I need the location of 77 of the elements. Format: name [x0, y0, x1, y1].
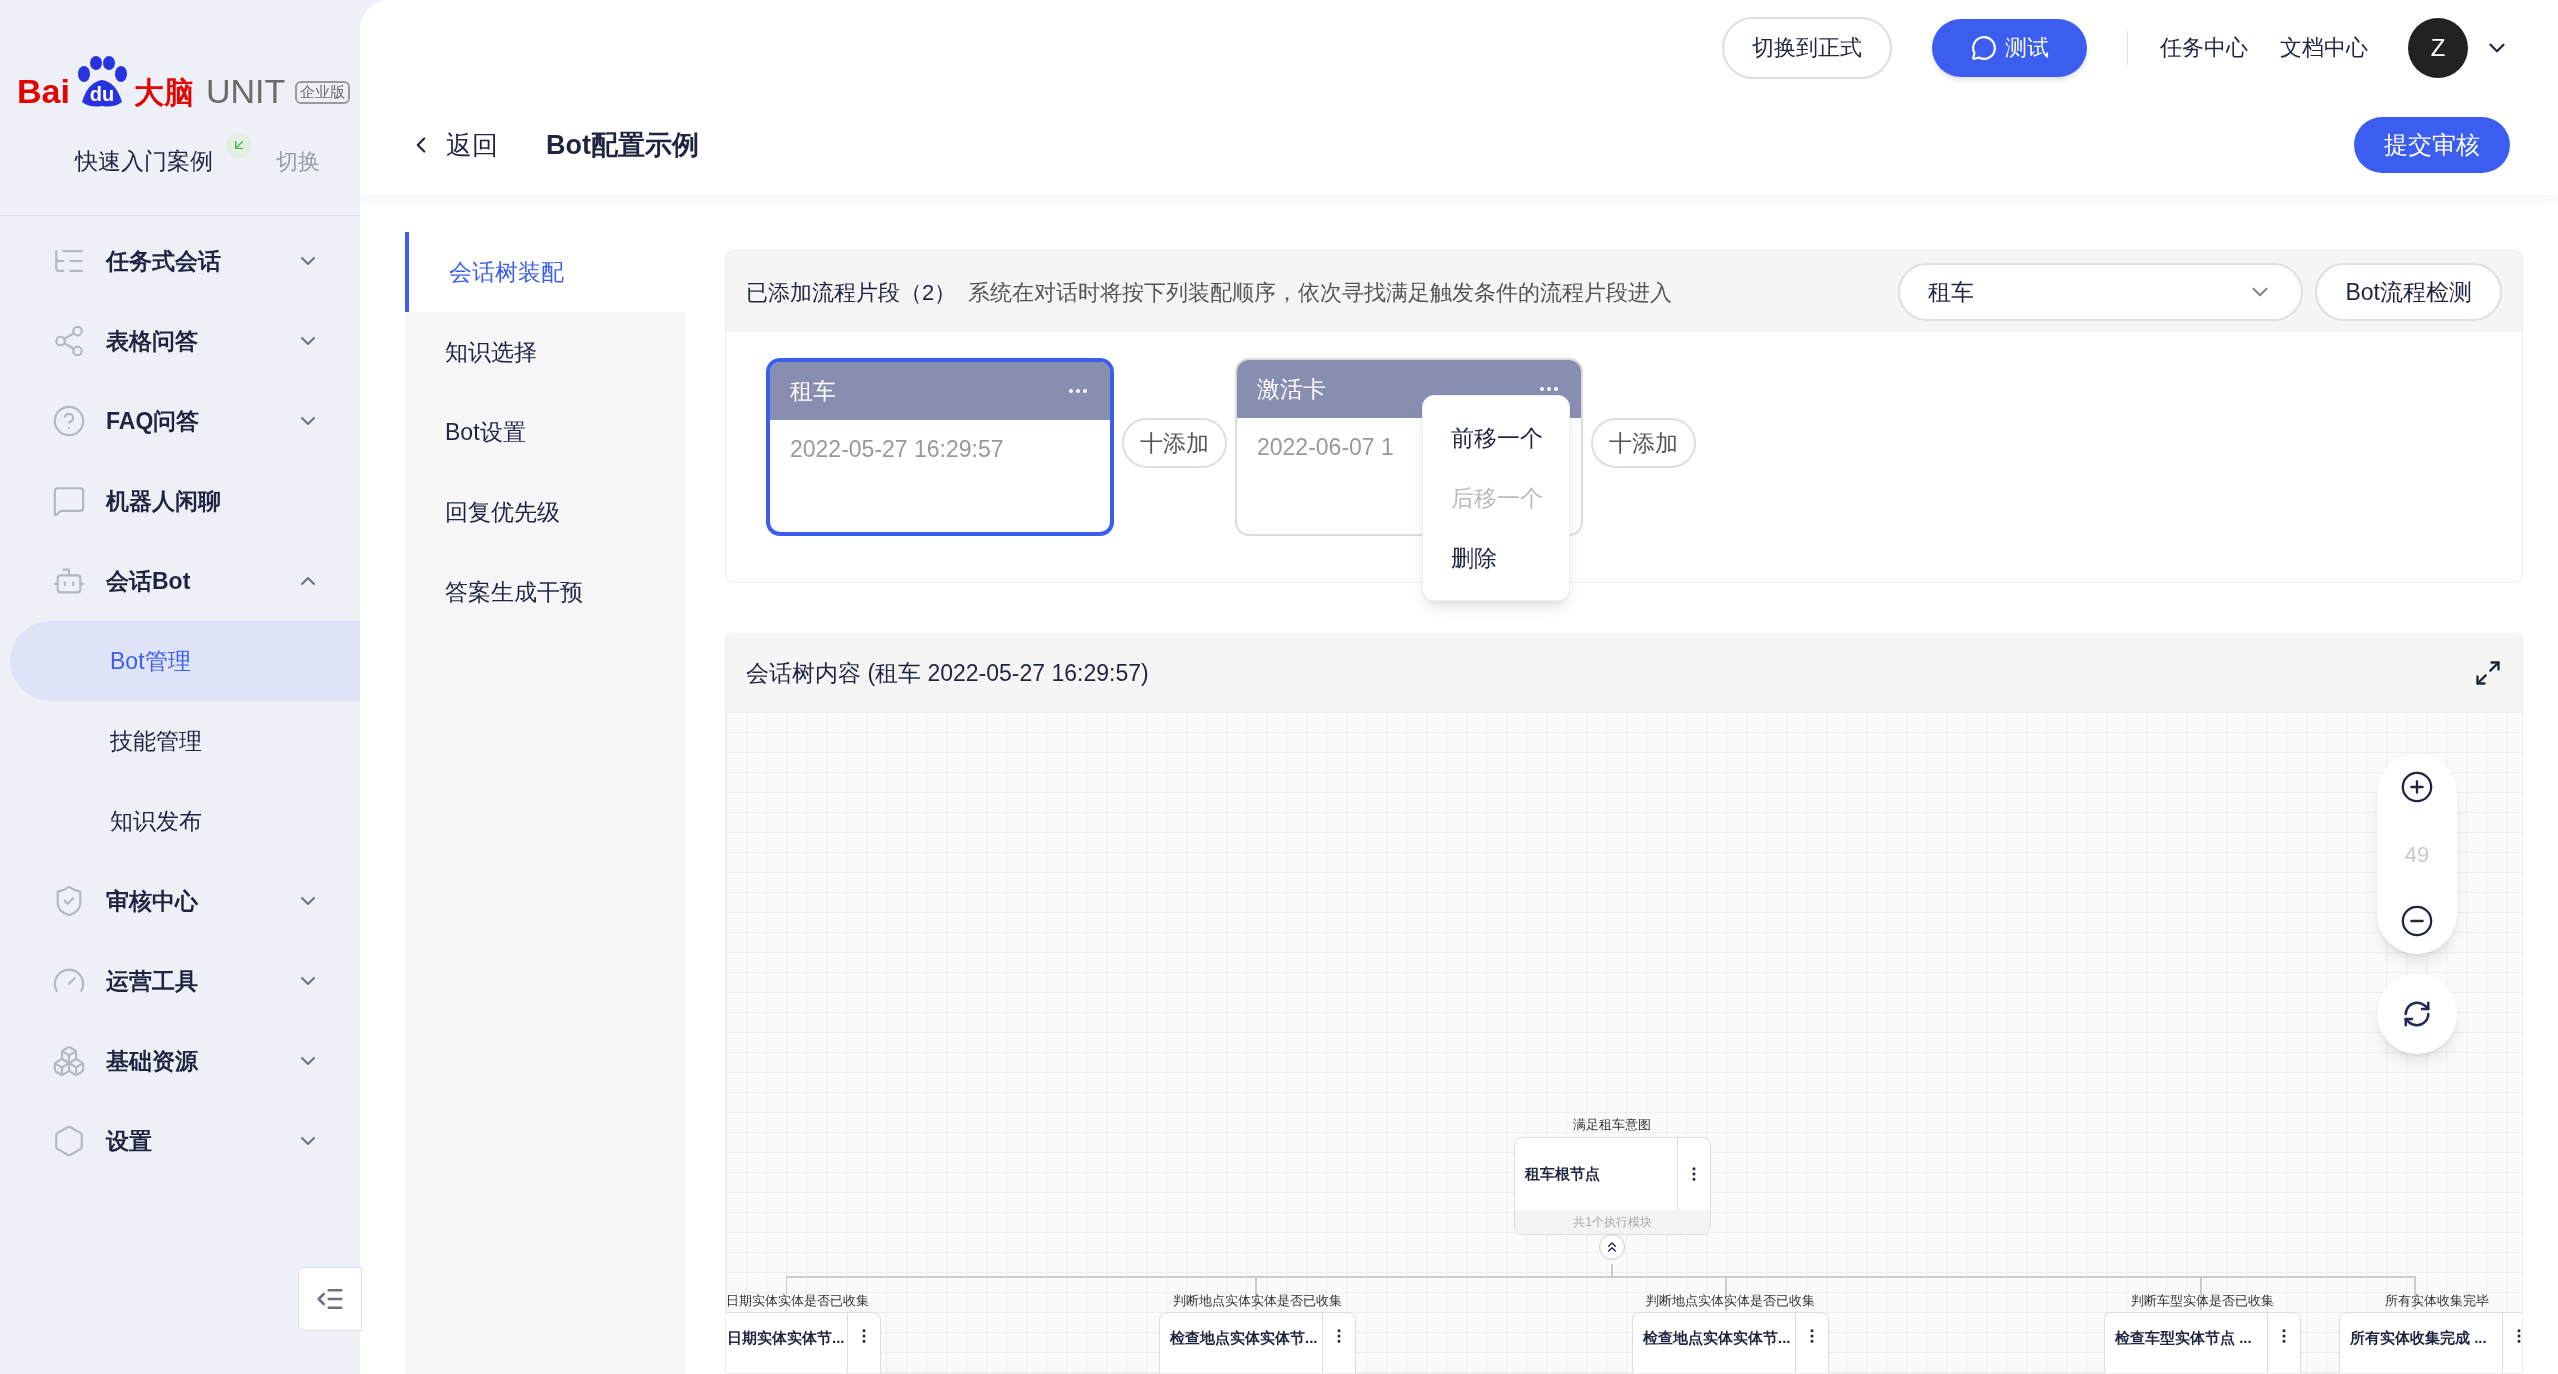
- refresh-icon: [2402, 999, 2432, 1029]
- check-button[interactable]: Bot流程检测: [2315, 263, 2502, 321]
- sidebar-subitem[interactable]: 知识发布: [0, 781, 360, 861]
- logo-text: Bai: [17, 74, 70, 108]
- tree-node[interactable]: 检查车型实体节点 ...: [2104, 1312, 2301, 1373]
- sidebar-item[interactable]: 基础资源: [0, 1021, 360, 1101]
- tree-node[interactable]: 租车根节点 共1个执行模块: [1514, 1137, 1711, 1235]
- switch-mode-button[interactable]: 切换到正式: [1722, 16, 1892, 79]
- config-tab[interactable]: 答案生成干预: [405, 552, 685, 632]
- zoom-out-icon: [2400, 904, 2434, 938]
- sidebar-subitem[interactable]: 技能管理: [0, 701, 360, 781]
- card-title: 租车: [790, 376, 836, 406]
- cubes-icon: [52, 1044, 86, 1078]
- tree-node[interactable]: 日期实体实体节...: [726, 1312, 881, 1373]
- card-title: 激活卡: [1257, 374, 1326, 404]
- sidebar-item[interactable]: 表格问答: [0, 301, 360, 381]
- config-tab[interactable]: 会话树装配: [405, 232, 685, 312]
- expand-icon[interactable]: [2474, 659, 2502, 687]
- hexagon-icon: [52, 1124, 86, 1158]
- edition-badge: 企业版: [295, 81, 351, 104]
- condition-label: 判断车型实体是否已收集: [2129, 1292, 2275, 1310]
- chat-icon: [52, 484, 86, 518]
- node-title: 日期实体实体节...: [726, 1328, 846, 1348]
- zoom-in-button[interactable]: [2400, 770, 2434, 804]
- add-button[interactable]: 十添加: [1591, 418, 1696, 468]
- pin-icon: [226, 132, 252, 158]
- add-button[interactable]: 十添加: [1122, 418, 1227, 468]
- condition-label: 所有实体收集完毕: [2384, 1292, 2490, 1310]
- card-time: 2022-06-07 1: [1257, 434, 1394, 460]
- back-button[interactable]: 返回: [408, 125, 498, 165]
- node-title: 所有实体收集完成 ...: [2349, 1328, 2488, 1348]
- sidebar-item[interactable]: 会话Bot: [0, 541, 360, 621]
- card-time: 2022-05-27 16:29:57: [790, 436, 1004, 462]
- chat-icon: [1970, 34, 1997, 61]
- zoom-in-icon: [2400, 770, 2434, 804]
- section-title: 会话树内容 (租车 2022-05-27 16:29:57): [746, 658, 1149, 688]
- node-footer: 共1个执行模块: [1515, 1210, 1710, 1234]
- zoom-out-button[interactable]: [2400, 904, 2434, 938]
- tree-node[interactable]: 检查地点实体实体节...: [1632, 1312, 1829, 1373]
- help-icon: [52, 404, 86, 438]
- node-title: 检查车型实体节点 ...: [2113, 1328, 2253, 1348]
- logo-text: 大脑: [133, 78, 194, 108]
- collapse-button[interactable]: [298, 1267, 362, 1331]
- tree-node[interactable]: 所有实体收集完成 ...: [2339, 1312, 2522, 1373]
- section-hint: 系统在对话时将按下列装配顺序，依次寻找满足触发条件的流程片段进入: [968, 278, 1673, 307]
- sidebar-item[interactable]: FAQ问答: [0, 381, 360, 461]
- config-tab[interactable]: 回复优先级: [405, 472, 685, 552]
- page-title: Bot配置示例: [546, 128, 699, 162]
- user-avatar[interactable]: Z: [2408, 17, 2468, 78]
- node-title: 检查地点实体实体节...: [1641, 1328, 1792, 1348]
- section-title: 已添加流程片段（2）: [746, 278, 957, 307]
- submit-button[interactable]: 提交审核: [2354, 117, 2510, 173]
- sidebar-item[interactable]: 任务式会话: [0, 221, 360, 301]
- config-tab[interactable]: 知识选择: [405, 312, 685, 392]
- product-name: UNIT: [205, 74, 286, 108]
- workspace-name: 快速入门案例: [75, 147, 213, 177]
- nav-link[interactable]: 文档中心: [2280, 31, 2368, 64]
- sidebar-item[interactable]: 运营工具: [0, 941, 360, 1021]
- sidebar-item[interactable]: 机器人闲聊: [0, 461, 360, 541]
- condition-label: 日期实体实体是否已收集: [726, 1292, 870, 1310]
- test-button[interactable]: 测试: [1932, 18, 2087, 77]
- flow-select[interactable]: 租车: [1898, 263, 2304, 321]
- sidebar-subitem[interactable]: Bot管理: [10, 621, 360, 701]
- node-title: 检查地点实体实体节...: [1168, 1328, 1319, 1348]
- node-title: 租车根节点: [1523, 1163, 1601, 1184]
- logo-text: du: [89, 84, 115, 104]
- branch-icon: [52, 324, 86, 358]
- sidebar-item[interactable]: 审核中心: [0, 861, 360, 941]
- condition-label: 判断地点实体实体是否已收集: [1644, 1292, 1816, 1310]
- config-tab[interactable]: Bot设置: [405, 392, 685, 472]
- condition-label: 满足租车意图: [1572, 1116, 1652, 1134]
- menu-item[interactable]: 前移一个: [1423, 408, 1569, 468]
- condition-label: 判断地点实体实体是否已收集: [1171, 1292, 1343, 1310]
- nav-link[interactable]: 任务中心: [2160, 31, 2248, 64]
- sidebar-item[interactable]: 设置: [0, 1101, 360, 1181]
- collapse-node-button[interactable]: [1599, 1234, 1625, 1260]
- tree-node[interactable]: 检查地点实体实体节...: [1159, 1312, 1356, 1373]
